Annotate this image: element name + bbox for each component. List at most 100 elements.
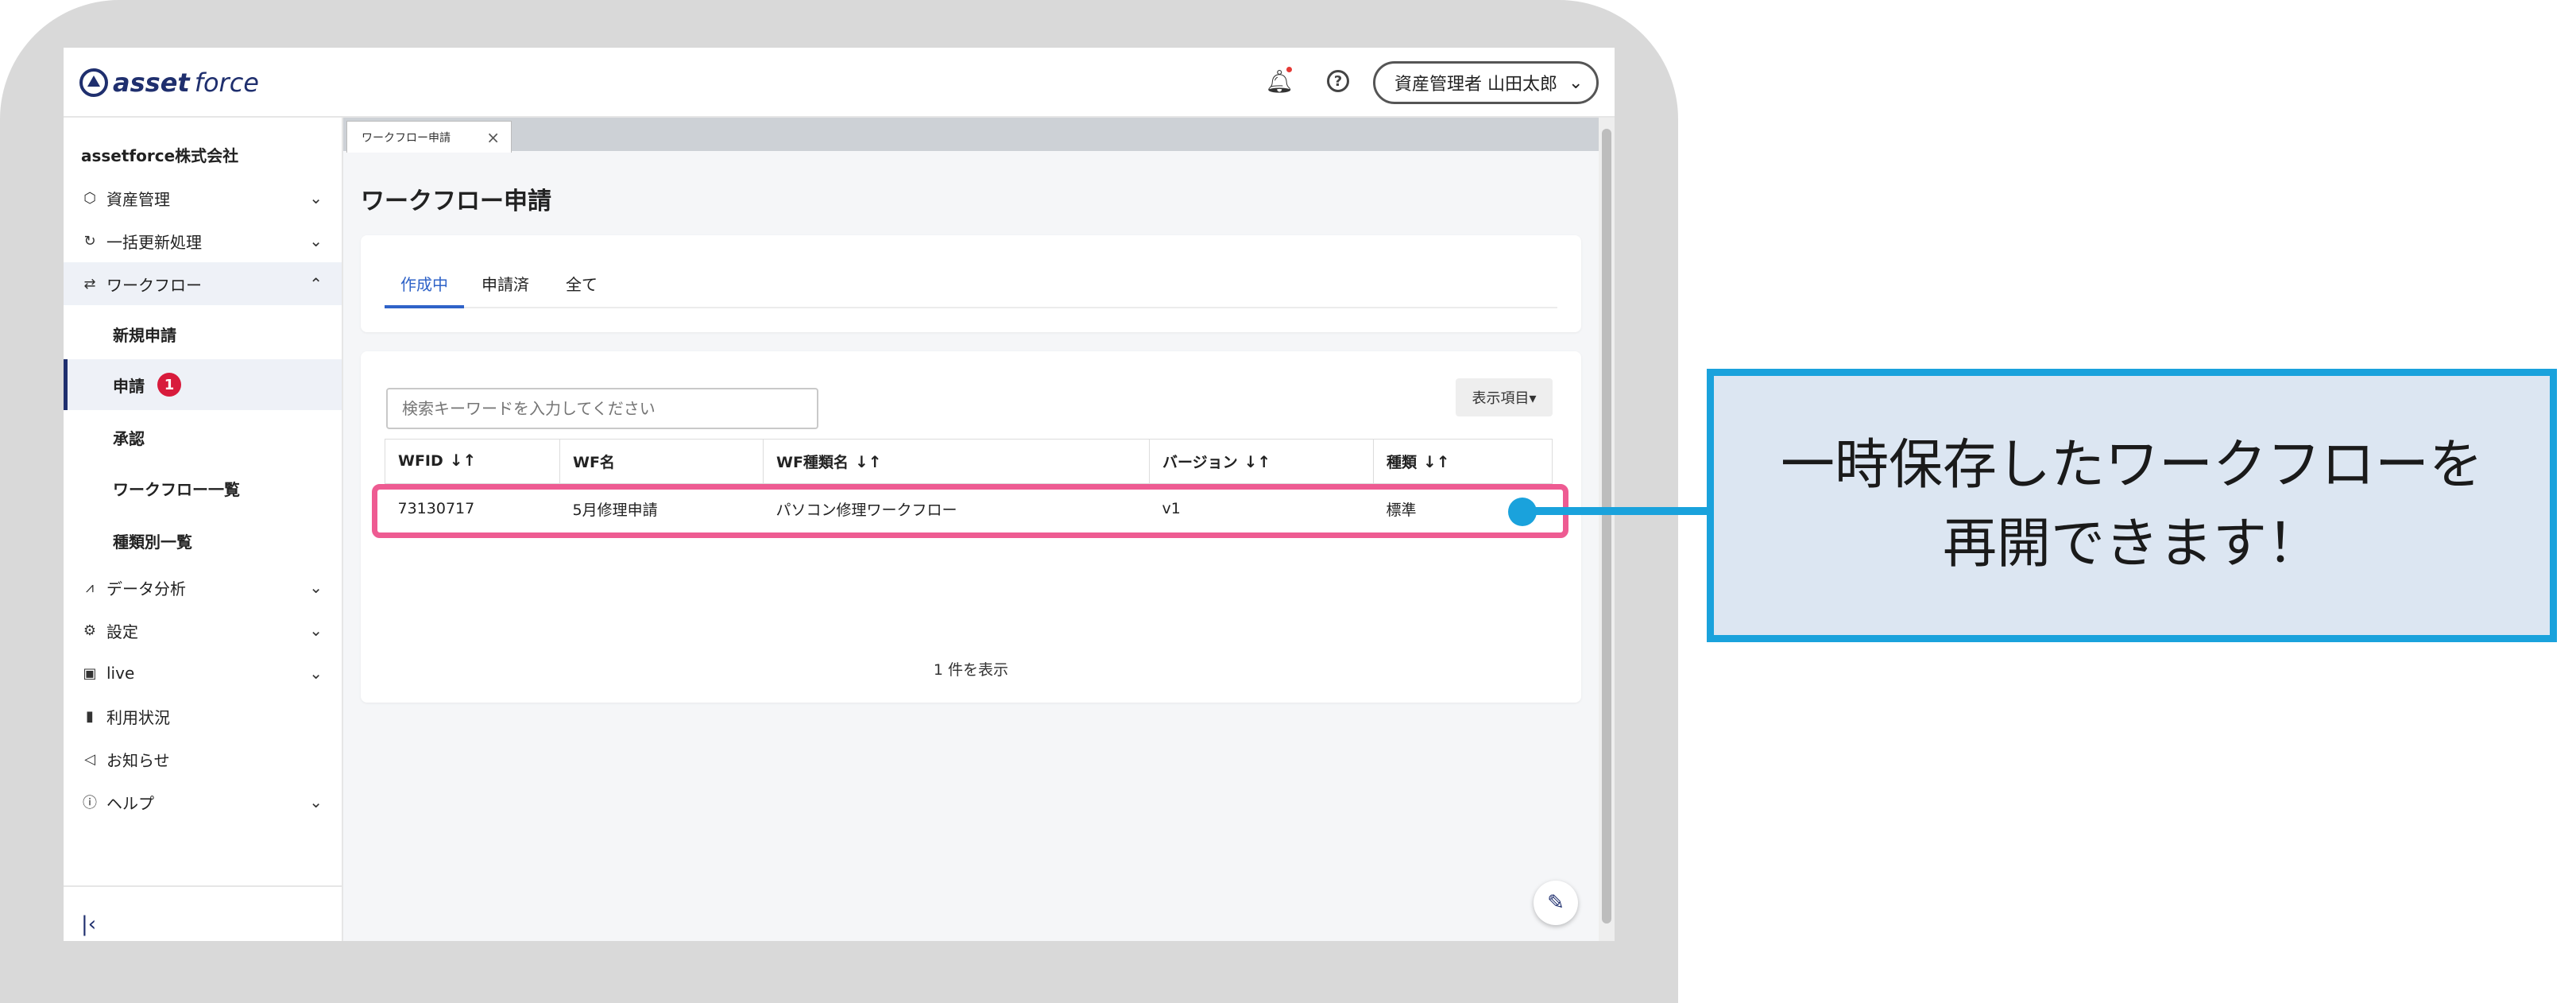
workflow-icon: ⇄: [83, 275, 96, 292]
tab-drafting[interactable]: 作成中: [400, 272, 448, 295]
sidebar-subitem-workflow-list[interactable]: ワークフロー一覧: [64, 463, 342, 513]
sidebar-subitem-by-type[interactable]: 種類別一覧: [64, 515, 342, 566]
main-content: ワークフロー申請 × ワークフロー申請 作成中 申請済 全て 表示項目▾ WFI…: [343, 118, 1599, 941]
chevron-up-icon: ⌃: [309, 274, 323, 293]
sidebar-item-bulk-update[interactable]: ↻ 一括更新処理 ⌄: [64, 219, 342, 262]
analytics-icon: ⩘: [85, 579, 95, 596]
open-tab[interactable]: ワークフロー申請 ×: [346, 121, 512, 153]
chevron-down-icon: ⌄: [1568, 72, 1584, 93]
vertical-scrollbar[interactable]: [1599, 118, 1615, 941]
sidebar-subitem-label: 種類別一覧: [113, 532, 192, 552]
column-header-wf-type[interactable]: WF種類名 ↓↑: [763, 439, 1150, 485]
column-header-wf-name[interactable]: WF名: [559, 439, 764, 485]
sidebar-item-label: 一括更新処理: [106, 232, 202, 252]
sidebar-item-label: 設定: [106, 622, 138, 641]
sidebar-item-asset-management[interactable]: ⬡ 資産管理 ⌄: [64, 176, 342, 219]
assetforce-logo[interactable]: asset force: [79, 65, 259, 100]
sidebar-item-label: 資産管理: [106, 189, 170, 209]
status-tabs: 作成中 申請済 全て: [385, 259, 1557, 308]
status-tabs-card: 作成中 申請済 全て: [361, 235, 1581, 332]
tab-submitted[interactable]: 申請済: [482, 272, 529, 295]
chevron-down-icon: ⌄: [309, 792, 323, 811]
open-tabs-bar: ワークフロー申請 ×: [343, 118, 1599, 153]
column-label: WFID: [398, 452, 443, 470]
column-header-version[interactable]: バージョン ↓↑: [1149, 439, 1374, 485]
sidebar-item-live[interactable]: ▣ live ⌄: [64, 652, 342, 695]
user-label: 資産管理者 山田太郎: [1394, 75, 1557, 95]
column-label: バージョン: [1162, 454, 1238, 471]
bell-icon[interactable]: 🔔︎: [1263, 65, 1295, 97]
sidebar-item-label: live: [106, 664, 135, 683]
close-icon[interactable]: ×: [486, 128, 500, 147]
help-button[interactable]: ?: [1322, 65, 1354, 97]
gear-icon: ⚙: [83, 622, 97, 639]
company-name: assetforce株式会社: [81, 146, 239, 165]
sort-icon[interactable]: ↓↑: [855, 452, 882, 471]
table-header-row: WFID ↓↑ WF名 WF種類名 ↓↑ バージョン ↓↑ 種類 ↓↑: [385, 439, 1553, 485]
cube-icon: ⬡: [83, 189, 96, 207]
sort-icon[interactable]: ↓↑: [1423, 452, 1450, 471]
column-label: WF種類名: [776, 454, 849, 471]
chevron-down-icon: ⌄: [309, 578, 323, 597]
sidebar-subitem-label: 承認: [113, 428, 145, 448]
column-label: 種類: [1387, 454, 1418, 471]
callout-connector-line: [1522, 507, 1707, 515]
live-icon: ▣: [83, 664, 97, 682]
megaphone-icon: ◁: [84, 750, 95, 768]
tab-all[interactable]: 全て: [566, 272, 598, 295]
sidebar-item-usage[interactable]: ▮ 利用状況: [64, 695, 342, 738]
chevron-down-icon: ⌄: [309, 621, 323, 640]
open-tab-label: ワークフロー申請: [362, 131, 451, 145]
display-items-button[interactable]: 表示項目▾: [1456, 378, 1553, 416]
results-card: 表示項目▾ WFID↓↑ WF名 WF種類名↓↑ バージョン↓↑ 種類↓↑ 73…: [361, 351, 1581, 703]
refresh-icon: ↻: [83, 232, 96, 250]
sidebar-item-label: ワークフロー: [106, 275, 202, 295]
sidebar-item-data-analysis[interactable]: ⩘ データ分析 ⌄: [64, 566, 342, 609]
sidebar: assetforce株式会社 ⬡ 資産管理 ⌄ ↻ 一括更新処理 ⌄ ⇄ ワーク…: [64, 118, 343, 941]
chevron-down-icon: ⌄: [309, 231, 323, 250]
bar-chart-icon: ▮: [86, 707, 94, 725]
help-icon: ⓘ: [83, 795, 97, 811]
user-menu-button[interactable]: 資産管理者 山田太郎 ⌄: [1373, 61, 1599, 104]
sidebar-item-label: データ分析: [106, 579, 186, 598]
column-label: WF名: [573, 454, 615, 471]
app-screen: asset force 🔔︎ ? 資産管理者 山田太郎 ⌄ assetforce…: [64, 48, 1615, 941]
row-highlight-frame: [372, 484, 1568, 538]
column-header-kind[interactable]: 種類 ↓↑: [1373, 439, 1553, 485]
sort-icon[interactable]: ↓↑: [1244, 452, 1271, 471]
notification-dot: [1286, 67, 1292, 72]
sidebar-item-label: ヘルプ: [106, 793, 154, 813]
sidebar-subitem-label: 新規申請: [113, 325, 176, 345]
sidebar-subitem-label: ワークフロー一覧: [113, 479, 240, 499]
sidebar-item-label: お知らせ: [106, 750, 170, 770]
page-title: ワークフロー申請: [361, 188, 551, 215]
search-input[interactable]: [386, 388, 818, 429]
logo-text-primary: asset: [113, 68, 190, 98]
result-count: 1 件を表示: [933, 661, 1009, 679]
active-tab-indicator: [385, 305, 464, 308]
question-icon: ?: [1327, 70, 1349, 92]
collapse-sidebar-icon[interactable]: |‹: [81, 912, 96, 936]
top-header: asset force 🔔︎ ? 資産管理者 山田太郎 ⌄: [64, 48, 1615, 118]
column-header-wfid[interactable]: WFID ↓↑: [385, 439, 560, 485]
sort-icon[interactable]: ↓↑: [450, 451, 477, 470]
chevron-down-icon: ⌄: [309, 188, 323, 207]
sidebar-subitem-requests[interactable]: 申請 1: [64, 359, 342, 410]
callout-box: 一時保存したワークフローを 再開できます！: [1707, 369, 2557, 642]
sidebar-item-settings[interactable]: ⚙ 設定 ⌄: [64, 609, 342, 652]
sidebar-item-help[interactable]: ⓘ ヘルプ ⌄: [64, 780, 342, 823]
sidebar-divider: [64, 885, 342, 887]
sidebar-item-workflow[interactable]: ⇄ ワークフロー ⌃: [64, 262, 342, 305]
sidebar-subitem-new-request[interactable]: 新規申請: [64, 308, 342, 359]
sidebar-item-label: 利用状況: [106, 707, 170, 727]
sidebar-item-notices[interactable]: ◁ お知らせ: [64, 738, 342, 780]
logo-icon: [79, 68, 108, 97]
logo-text-secondary: force: [194, 68, 259, 98]
chevron-down-icon: ⌄: [309, 664, 323, 683]
sidebar-subitem-label: 申請: [113, 376, 145, 396]
callout-text: 一時保存したワークフローを 再開できます！: [1780, 434, 2483, 575]
scrollbar-thumb[interactable]: [1602, 129, 1611, 924]
tablet-frame-bottom: [0, 946, 1678, 1003]
chat-icon[interactable]: ✎: [1534, 881, 1578, 925]
sidebar-subitem-approval[interactable]: 承認: [64, 412, 342, 463]
